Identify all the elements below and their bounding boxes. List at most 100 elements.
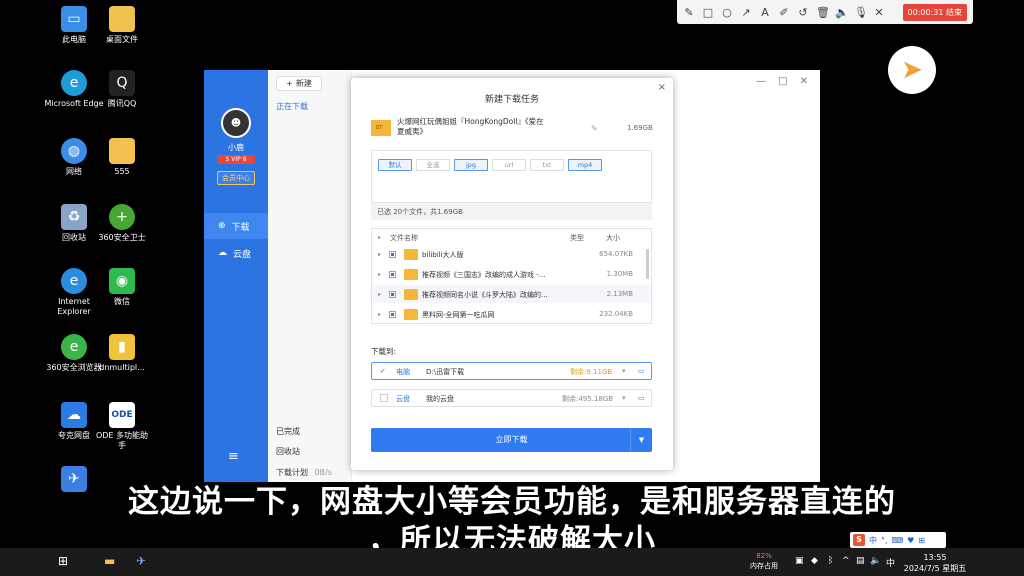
chevron-right-icon[interactable]: ▸ [378,291,381,298]
destination-pc-option[interactable]: ✓ 电脑 D:\迅雷下载 剩余:9.11GB ▾ ▭ [371,362,652,380]
desktop-icon-360-safe[interactable]: + 360安全卫士 [92,204,152,243]
windows-start-icon[interactable]: ⊞ [58,554,68,568]
chevron-right-icon: ▸ [378,234,382,241]
new-download-dialog: 新建下载任务 × BT 火爆网红玩偶姐姐『HongKongDoll』《爱在夏威夷… [351,78,673,470]
keyboard-icon: ⌨ [891,535,904,545]
sogou-icon: S [853,534,865,546]
desktop-icon-555[interactable]: 555 [92,138,152,177]
window-controls: — □ ✕ [756,76,808,87]
filter-default[interactable]: 默认 [378,159,412,171]
avatar[interactable]: ☻ [221,108,251,138]
clock[interactable]: 13:55 2024/7/5 星期五 [900,552,970,574]
destination-cloud-option[interactable]: 云盘 我的云盘 剩余:495.18GB ▾ ▭ [371,389,652,407]
file-explorer-icon[interactable]: ▬ [104,554,115,568]
punctuation-icon: °, [881,535,888,545]
filter-select-all[interactable]: 全选 [416,159,450,171]
rectangle-icon[interactable]: □ [702,6,714,19]
floating-xunlei-bird-icon[interactable]: ➤ [888,46,936,94]
360-browser-icon: e [61,334,87,360]
filter-txt[interactable]: txt [530,159,564,171]
file-checkbox[interactable] [389,291,396,298]
nav-download[interactable]: ⊕ 下载 [204,213,268,239]
desktop-icon-qq[interactable]: Q 腾讯QQ [92,70,152,109]
folder-browse-icon[interactable]: ▭ [638,367,645,375]
bt-folder-icon: BT [371,120,391,136]
destination-pc-free: 剩余:9.11GB [570,368,613,376]
file-row[interactable]: ▸ bilibili大人版 654.07KB [372,245,651,263]
folder-browse-icon[interactable]: ▭ [638,394,645,402]
wechat-icon: ◉ [109,268,135,294]
check-icon: ✓ [380,367,386,375]
close-icon[interactable]: ✕ [800,76,808,87]
filter-mp4[interactable]: mp4 [568,159,602,171]
destination-cloud-free: 剩余:495.18GB [562,395,614,403]
desktop-icon-ode[interactable]: ODE ODE 多功能助手 [92,402,152,451]
list-item-downloading[interactable]: 正在下载 [276,101,308,112]
list-item-completed[interactable]: 已完成 [276,426,300,437]
file-checkbox[interactable] [389,271,396,278]
ime-language[interactable]: 中 [886,556,895,569]
download-now-button[interactable]: 立即下载 ▼ [371,428,652,452]
task-list-panel: + 新建 正在下载 已完成 回收站 下载计划 0B/s [268,70,352,482]
text-icon[interactable]: A [759,6,771,19]
edit-icon[interactable]: ✎ [591,124,598,133]
filter-url[interactable]: url [492,159,526,171]
file-row[interactable]: ▸ 推荐视频《三国志》改编的成人游戏 -... 1.30MB [372,265,651,283]
chevron-down-icon[interactable]: ▾ [622,367,626,375]
file-checkbox[interactable] [389,251,396,258]
download-to-label: 下载到: [371,347,397,356]
maximize-icon[interactable]: □ [778,76,787,87]
taskbar: ⊞ ▬ ✈ 82% 内存占用 ▣ ◆ ᛒ ^ ▤ 🔈 中 13:55 2024/… [0,548,1024,576]
desktop-icon-desktop-files[interactable]: 桌面文件 [92,6,152,45]
undo-icon[interactable]: ↺ [797,6,809,19]
tray-app-icon[interactable]: ◆ [811,556,818,566]
sidebar: ☻ 小鹿 S VIP 8 会员中心 ⊕ 下载 ☁ 云盘 ≡ [204,70,268,482]
file-row[interactable]: ▸ 黑料网-全网第一吃瓜网 232.04KB [372,305,651,323]
task-name: 火爆网红玩偶姐姐『HongKongDoll』《爱在夏威夷》 [397,117,544,136]
member-center-button[interactable]: 会员中心 [217,171,255,185]
download-icon: ⊕ [218,221,226,231]
desktop-icon-wechat[interactable]: ◉ 微信 [92,268,152,307]
dialog-close-icon[interactable]: × [658,82,666,93]
speaker-icon[interactable]: 🔈 [870,556,881,566]
ie-icon: e [61,268,87,294]
ime-toolbar[interactable]: S 中 °, ⌨ ♥ ⊞ [850,532,946,548]
ode-icon: ODE [109,402,135,428]
file-table-header: ▸ 文件名称 类型 大小 [378,234,620,242]
ellipse-icon[interactable]: ○ [721,6,733,19]
xunlei-taskbar-icon[interactable]: ✈ [136,554,146,568]
new-task-button[interactable]: + 新建 [276,76,322,91]
desktop-icon-dnmultiplayer[interactable]: ▮ dnmultipl... [92,334,152,373]
menu-icon[interactable]: ≡ [228,449,239,464]
pen-icon[interactable]: ✎ [683,6,695,19]
chevron-down-icon[interactable]: ▾ [622,394,626,402]
file-checkbox[interactable] [389,311,396,318]
file-table-scrollbar[interactable] [646,249,649,279]
nav-cloud[interactable]: ☁ 云盘 [204,240,268,266]
bluetooth-icon[interactable]: ᛒ [828,556,833,566]
tray-app-icon[interactable]: ▣ [795,556,804,566]
highlighter-icon[interactable]: ✐ [778,6,790,19]
folder-icon [404,289,418,300]
chevron-right-icon[interactable]: ▸ [378,251,381,258]
minimize-icon[interactable]: — [756,76,766,87]
speaker-icon[interactable]: 🔈 [835,6,849,19]
folder-icon [404,269,418,280]
chevron-up-icon[interactable]: ^ [842,556,850,566]
skin-icon: ♥ [907,535,915,545]
trash-icon[interactable]: 🗑 [816,6,830,19]
cloud-checkbox[interactable] [380,394,388,402]
list-item-recycle[interactable]: 回收站 [276,446,300,457]
network-icon[interactable]: ▤ [856,556,865,566]
user-name: 小鹿 [228,143,244,152]
record-timer-button[interactable]: 00:00:31 结束 [902,3,967,21]
arrow-icon[interactable]: ↗ [740,6,752,19]
filter-jpg[interactable]: jpg [454,159,488,171]
dialog-title: 新建下载任务 [484,95,539,105]
file-row[interactable]: ▸ 推荐视频同名小说《斗罗大陆》改编的... 2.13MB [372,285,651,303]
chevron-right-icon[interactable]: ▸ [378,311,381,318]
microphone-icon[interactable]: 🎙 [854,6,868,19]
chevron-right-icon[interactable]: ▸ [378,271,381,278]
close-icon[interactable]: ✕ [873,6,885,19]
chevron-down-icon[interactable]: ▼ [630,428,652,452]
